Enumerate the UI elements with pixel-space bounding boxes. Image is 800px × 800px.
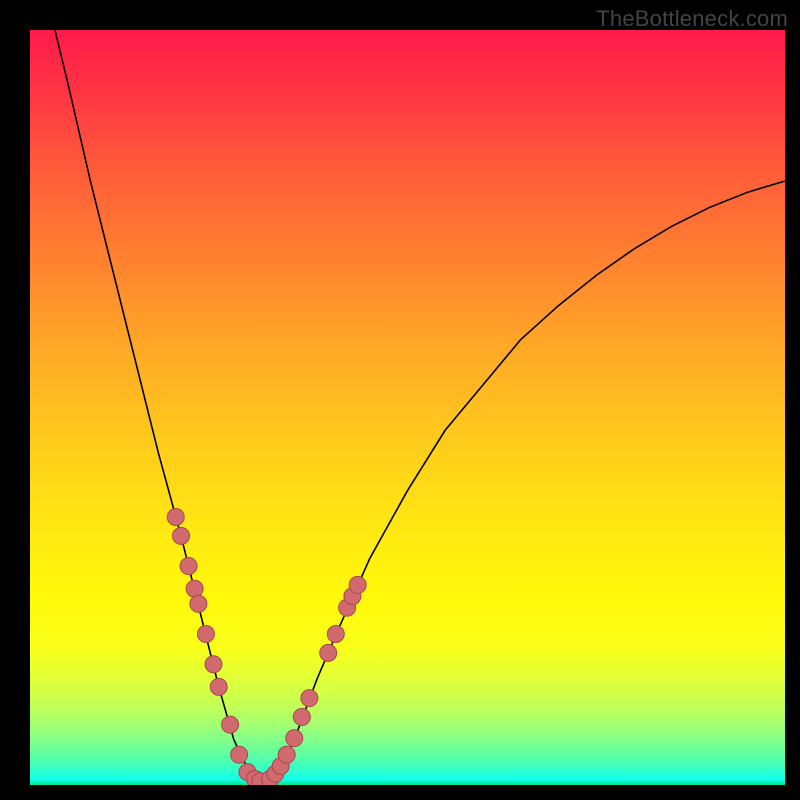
chart-svg [30, 30, 785, 785]
data-marker [278, 746, 295, 763]
data-marker [210, 678, 227, 695]
data-marker [197, 626, 214, 643]
data-marker [186, 580, 203, 597]
data-marker [320, 644, 337, 661]
data-marker [167, 508, 184, 525]
marker-group [167, 508, 366, 785]
plot-area [30, 30, 785, 785]
data-marker [205, 656, 222, 673]
data-marker [301, 690, 318, 707]
data-marker [349, 576, 366, 593]
data-marker [286, 730, 303, 747]
data-marker [173, 527, 190, 544]
chart-container: TheBottleneck.com [0, 0, 800, 800]
watermark-text: TheBottleneck.com [596, 6, 788, 32]
data-marker [190, 595, 207, 612]
data-marker [327, 626, 344, 643]
data-marker [293, 709, 310, 726]
data-marker [222, 716, 239, 733]
data-marker [180, 558, 197, 575]
data-marker [231, 746, 248, 763]
bottleneck-curve [55, 30, 785, 781]
